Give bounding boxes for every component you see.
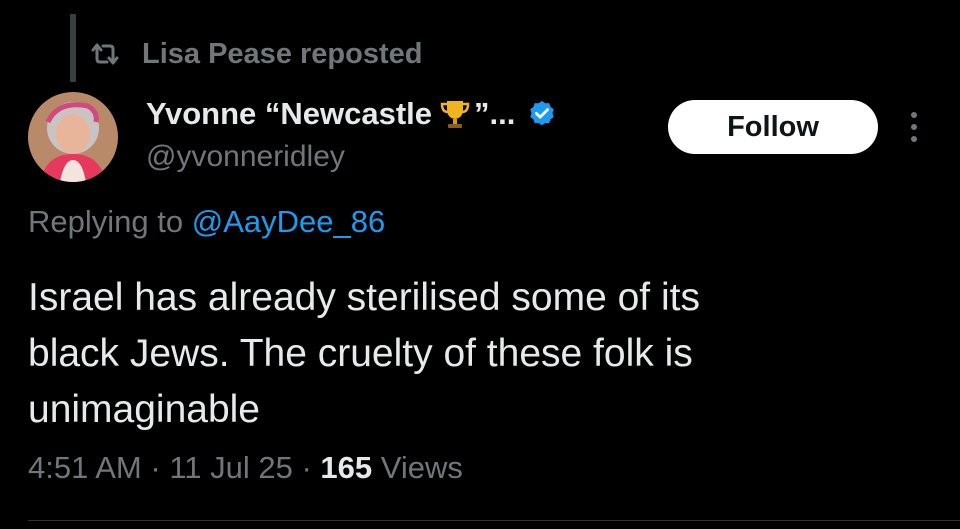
trophy-icon xyxy=(440,101,470,128)
tweet-text: Israel has already sterilised some of it… xyxy=(28,270,928,438)
follow-button[interactable]: Follow xyxy=(668,100,878,154)
views-count[interactable]: 165 xyxy=(320,450,372,485)
more-options-button[interactable] xyxy=(900,106,928,148)
author-name-row[interactable]: Yvonne “Newcastle ”... xyxy=(146,92,557,136)
tweet-text-line: black Jews. The cruelty of these folk is xyxy=(28,332,693,375)
tweet-text-line: unimaginable xyxy=(28,388,261,431)
replying-to: Replying to @AayDee_86 xyxy=(28,204,385,240)
divider xyxy=(28,520,960,521)
avatar-image xyxy=(28,92,118,182)
tweet-time[interactable]: 4:51 AM xyxy=(28,450,142,485)
repost-indicator[interactable]: Lisa Pease reposted xyxy=(90,34,422,74)
thread-connector-line xyxy=(70,14,76,82)
repost-label: Lisa Pease reposted xyxy=(142,37,423,70)
replying-to-prefix: Replying to xyxy=(28,204,184,239)
meta-separator: · xyxy=(150,450,161,485)
tweet-text-line: Israel has already sterilised some of it… xyxy=(28,276,700,319)
avatar[interactable] xyxy=(28,92,118,182)
more-options-icon xyxy=(911,112,917,142)
verified-badge-icon xyxy=(530,100,555,126)
author-handle[interactable]: @yvonneridley xyxy=(146,140,345,174)
tweet-date[interactable]: 11 Jul 25 xyxy=(169,450,293,485)
repost-icon xyxy=(91,43,119,65)
tweet-metadata: 4:51 AM · 11 Jul 25 · 165 Views xyxy=(28,450,463,486)
author-display-name[interactable]: Yvonne “Newcastle xyxy=(146,96,432,132)
author-name-suffix: ”... xyxy=(474,96,516,131)
views-label: Views xyxy=(380,450,463,485)
reply-mention-link[interactable]: @AayDee_86 xyxy=(192,204,385,239)
meta-separator: · xyxy=(301,450,312,485)
